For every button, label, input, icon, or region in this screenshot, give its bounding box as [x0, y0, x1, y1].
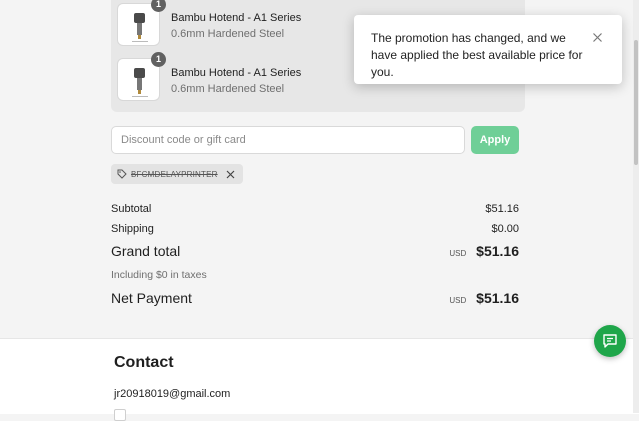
quantity-badge: 1 [151, 52, 166, 67]
applied-discount-code: BFCMDELAYPRINTER [131, 169, 218, 179]
contact-section: Contact jr20918019@gmail.com [0, 338, 639, 421]
applied-discount-chip: BFCMDELAYPRINTER [111, 164, 243, 184]
quantity-badge: 1 [151, 0, 166, 12]
product-thumbnail: 1 [117, 52, 166, 101]
chat-support-button[interactable] [594, 325, 626, 357]
grand-total-row: Grand total USD $51.16 [111, 243, 519, 259]
taxes-note: Including $0 in taxes [111, 269, 207, 281]
marketing-checkbox[interactable] [114, 409, 126, 421]
product-variant: 0.6mm Hardened Steel [171, 83, 285, 95]
subtotal-value: $51.16 [485, 203, 519, 215]
chat-icon [603, 334, 617, 348]
net-payment-label: Net Payment [111, 290, 192, 306]
net-payment-value: $51.16 [476, 290, 519, 306]
net-payment-currency: USD [449, 296, 467, 305]
subtotal-row: Subtotal $51.16 [111, 203, 519, 215]
taxes-row: Including $0 in taxes [111, 269, 519, 281]
close-icon[interactable] [592, 32, 603, 43]
promotion-toast: The promotion has changed, and we have a… [354, 15, 622, 84]
product-name: Bambu Hotend - A1 Series [171, 12, 302, 24]
contact-title: Contact [114, 354, 174, 371]
tag-icon [117, 169, 127, 179]
discount-code-input[interactable] [111, 126, 465, 154]
shipping-label: Shipping [111, 223, 154, 235]
subtotal-label: Subtotal [111, 203, 152, 215]
page-scrollbar[interactable] [633, 0, 639, 413]
shipping-row: Shipping $0.00 [111, 223, 519, 235]
net-payment-row: Net Payment USD $51.16 [111, 290, 519, 306]
scrollbar-thumb[interactable] [634, 40, 638, 165]
grand-total-label: Grand total [111, 243, 181, 259]
product-name: Bambu Hotend - A1 Series [171, 67, 302, 79]
apply-discount-button[interactable]: Apply [471, 126, 519, 154]
shipping-value: $0.00 [491, 223, 519, 235]
toast-message: The promotion has changed, and we have a… [371, 31, 583, 79]
grand-total-value: $51.16 [476, 243, 519, 259]
product-thumbnail: 1 [117, 0, 166, 46]
product-variant: 0.6mm Hardened Steel [171, 28, 285, 40]
remove-discount-icon[interactable] [225, 169, 236, 180]
contact-email: jr20918019@gmail.com [114, 388, 231, 400]
grand-total-currency: USD [449, 249, 467, 258]
